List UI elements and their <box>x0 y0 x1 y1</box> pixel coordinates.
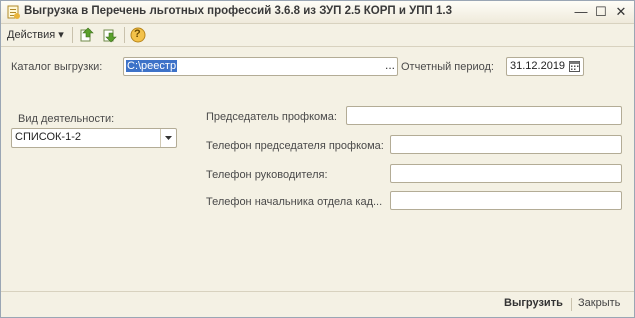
chevron-down-icon[interactable] <box>160 129 176 147</box>
close-window-button[interactable]: ✕ <box>613 4 629 20</box>
upload-settings-icon[interactable] <box>79 27 95 43</box>
footer-separator <box>571 298 572 311</box>
download-settings-icon[interactable] <box>102 27 118 43</box>
catalog-value: C:\реестр <box>126 60 178 72</box>
period-value: 31.12.2019 <box>510 60 566 72</box>
head-phone-input[interactable] <box>390 164 622 183</box>
chevron-down-icon: ▾ <box>58 29 64 41</box>
activity-label: Вид деятельности: <box>18 113 115 125</box>
hr-phone-label: Телефон начальника отдела кад... <box>206 196 383 208</box>
footer-divider <box>1 291 634 292</box>
help-icon-glyph: ? <box>134 28 141 40</box>
help-button[interactable]: ? <box>130 27 146 43</box>
period-input[interactable]: 31.12.2019 <box>506 57 584 76</box>
actions-menu-button[interactable]: Действия ▾ <box>7 28 64 41</box>
hr-phone-input[interactable] <box>390 191 622 210</box>
app-icon <box>7 5 20 19</box>
chairman-label: Председатель профкома: <box>206 111 337 123</box>
title-bar[interactable]: Выгрузка в Перечень льготных профессий 3… <box>1 1 634 24</box>
window-title: Выгрузка в Перечень льготных профессий 3… <box>24 5 452 17</box>
export-button[interactable]: Выгрузить <box>504 297 563 309</box>
actions-menu-label: Действия <box>7 29 56 41</box>
catalog-input[interactable]: C:\реестр ... <box>123 57 398 76</box>
activity-select[interactable]: СПИСОК-1-2 <box>11 128 177 148</box>
activity-value: СПИСОК-1-2 <box>15 131 81 143</box>
maximize-button[interactable]: ☐ <box>593 4 609 20</box>
chairman-phone-input[interactable] <box>390 135 622 154</box>
chairman-input[interactable] <box>346 106 622 125</box>
calendar-icon[interactable] <box>569 61 580 72</box>
catalog-browse-button[interactable]: ... <box>385 58 395 72</box>
chairman-phone-label: Телефон председателя профкома: <box>206 140 384 152</box>
catalog-label: Каталог выгрузки: <box>11 61 103 73</box>
export-dialog-window: Выгрузка в Перечень льготных профессий 3… <box>0 0 635 318</box>
head-phone-label: Телефон руководителя: <box>206 169 328 181</box>
minimize-button[interactable]: — <box>573 4 589 20</box>
close-button[interactable]: Закрыть <box>578 297 620 309</box>
period-label: Отчетный период: <box>401 61 494 73</box>
toolbar-separator <box>124 27 125 43</box>
toolbar: Действия ▾ ? <box>1 24 634 47</box>
toolbar-separator <box>72 27 73 43</box>
